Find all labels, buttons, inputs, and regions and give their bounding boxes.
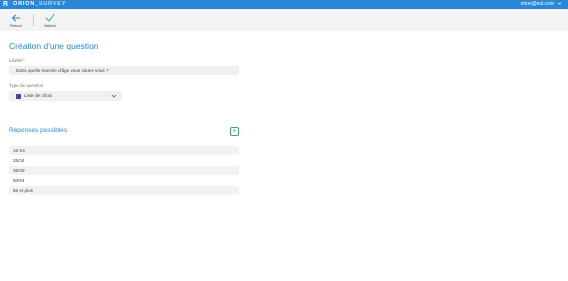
answer-item[interactable]: 65 et plus (9, 186, 239, 195)
label-field-label: Libellé* (9, 58, 25, 63)
app-logo: R (3, 1, 9, 8)
list-icon (16, 93, 21, 99)
chevron-down-icon[interactable] (557, 1, 562, 9)
type-field-label: Type de question (9, 83, 44, 88)
answers-list: 16-24 25/34 35/49 50/64 65 et plus (9, 146, 239, 196)
page-title: Création d'une question (9, 41, 99, 51)
question-label-input[interactable]: Dans quelle tranche d'âge vous situez-vo… (9, 66, 239, 75)
arrow-left-icon (4, 11, 28, 23)
question-type-value: Liste de choix (24, 93, 53, 98)
user-email[interactable]: orion@esl.com (521, 1, 554, 8)
question-type-select[interactable]: Liste de choix (9, 91, 122, 101)
answer-item[interactable]: 16-24 (9, 146, 239, 155)
validate-label: Valider (43, 23, 57, 28)
answers-section-title: Réponses possibles (9, 127, 68, 134)
app-name-bold: ORION (13, 1, 36, 7)
required-mark: * (23, 58, 25, 63)
answer-item[interactable]: 35/49 (9, 166, 239, 175)
toolbar-divider (33, 14, 34, 27)
toolbar: Retour Valider (0, 9, 568, 31)
add-answer-button[interactable]: + (230, 127, 239, 136)
answer-item[interactable]: 50/64 (9, 176, 239, 185)
validate-button[interactable]: Valider (38, 11, 62, 30)
chevron-down-icon (111, 91, 117, 101)
check-icon (38, 11, 62, 23)
app-header: R ORION_SURVEY orion@esl.com (0, 0, 568, 9)
app-name: ORION_SURVEY (13, 1, 66, 8)
answer-item[interactable]: 25/34 (9, 156, 239, 165)
back-label: Retour (9, 23, 22, 28)
label-field-text: Libellé (9, 58, 23, 63)
back-button[interactable]: Retour (4, 11, 28, 30)
app-name-rest: _SURVEY (35, 1, 67, 7)
